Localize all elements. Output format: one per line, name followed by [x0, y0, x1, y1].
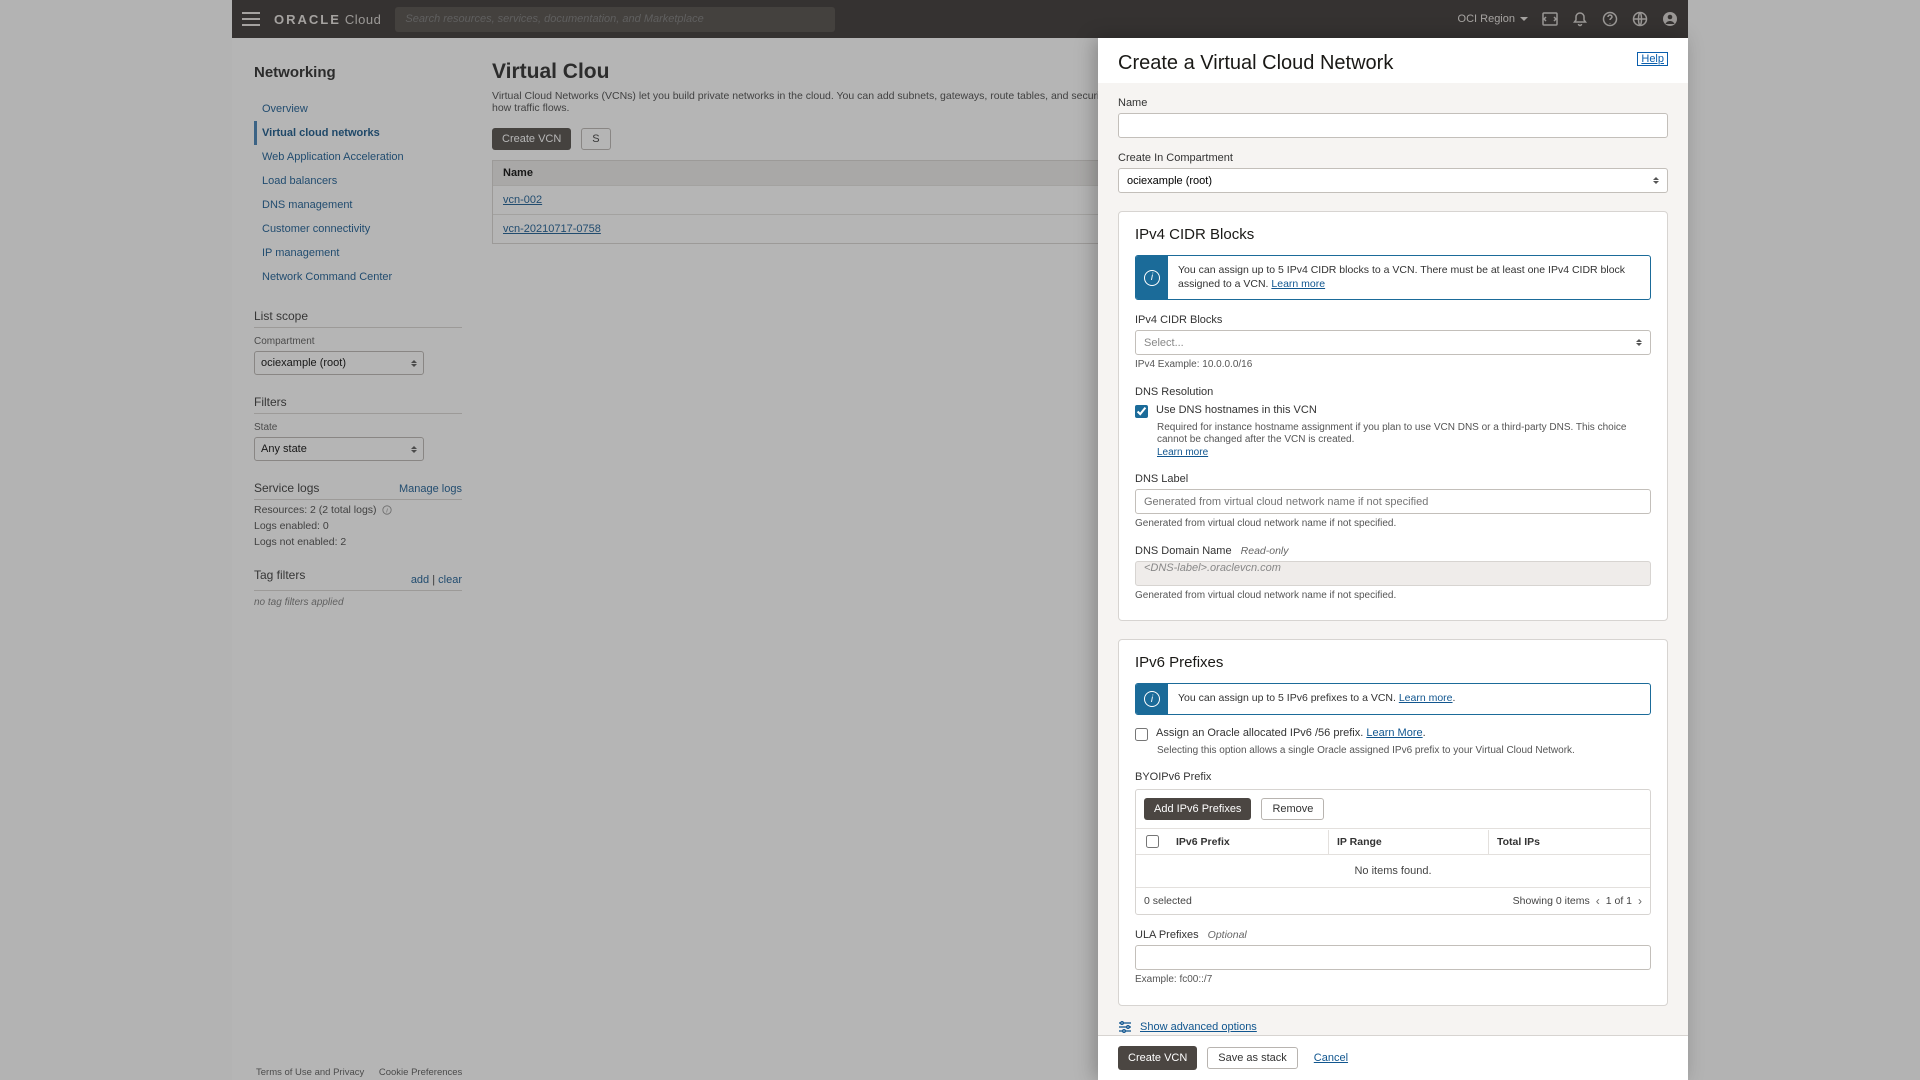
prefix-empty: No items found. — [1136, 855, 1650, 887]
dialog-title: Create a Virtual Cloud Network — [1118, 52, 1393, 75]
name-label: Name — [1118, 97, 1668, 109]
dialog-body: Name Create In Compartment ociexample (r… — [1098, 83, 1688, 1035]
byoipv6-box: Add IPv6 Prefixes Remove IPv6 Prefix IP … — [1135, 789, 1651, 915]
assign-ipv6-label: Assign an Oracle allocated IPv6 /56 pref… — [1156, 727, 1426, 739]
ipv4-card: IPv4 CIDR Blocks i You can assign up to … — [1118, 211, 1668, 621]
dns-hostnames-check-row[interactable]: Use DNS hostnames in this VCN — [1135, 404, 1651, 418]
ipv6-info-banner: i You can assign up to 5 IPv6 prefixes t… — [1135, 683, 1651, 715]
assign-ipv6-help: Selecting this option allows a single Or… — [1157, 745, 1651, 758]
page-prev-icon[interactable]: ‹ — [1596, 894, 1600, 908]
ipv4-learn-more-link[interactable]: Learn more — [1271, 278, 1325, 290]
dialog-footer: Create VCN Save as stack Cancel — [1098, 1035, 1688, 1080]
compartment-select[interactable]: ociexample (root) — [1118, 168, 1668, 193]
sliders-icon — [1118, 1020, 1132, 1034]
page-indicator: 1 of 1 — [1606, 895, 1632, 907]
prefix-table-header: IPv6 Prefix IP Range Total IPs — [1136, 828, 1650, 855]
ipv4-blocks-label: IPv4 CIDR Blocks — [1135, 314, 1651, 326]
optional-tag: Optional — [1208, 929, 1247, 941]
col-total-ips: Total IPs — [1488, 830, 1650, 854]
ipv4-blocks-select[interactable]: Select... — [1135, 330, 1651, 355]
ula-prefixes-input[interactable] — [1135, 945, 1651, 970]
col-ipv6-prefix: IPv6 Prefix — [1168, 830, 1328, 854]
dns-hostnames-checkbox[interactable] — [1135, 405, 1148, 418]
ula-prefixes-label: ULA Prefixes — [1135, 929, 1199, 941]
show-advanced-link[interactable]: Show advanced options — [1140, 1021, 1257, 1033]
ipv4-heading: IPv4 CIDR Blocks — [1135, 226, 1651, 243]
ula-label-row: ULA Prefixes Optional — [1135, 929, 1651, 941]
dns-domain-label: DNS Domain Name — [1135, 545, 1232, 557]
prefix-table-footer: 0 selected Showing 0 items ‹ 1 of 1 › — [1136, 887, 1650, 914]
select-all-checkbox[interactable] — [1146, 835, 1159, 848]
create-vcn-submit-button[interactable]: Create VCN — [1118, 1046, 1197, 1070]
ipv4-blocks-placeholder: Select... — [1144, 337, 1184, 349]
assign-ipv6-check-row[interactable]: Assign an Oracle allocated IPv6 /56 pref… — [1135, 727, 1651, 741]
pager: Showing 0 items ‹ 1 of 1 › — [1513, 894, 1642, 908]
showing-count: Showing 0 items — [1513, 895, 1590, 907]
byoipv6-label: BYOIPv6 Prefix — [1135, 771, 1651, 783]
select-handle-icon — [1636, 339, 1642, 346]
help-link[interactable]: Help — [1637, 52, 1668, 66]
dns-label-label: DNS Label — [1135, 473, 1651, 485]
dns-label-help: Generated from virtual cloud network nam… — [1135, 518, 1651, 531]
compartment-label: Create In Compartment — [1118, 152, 1668, 164]
byoipv6-toolbar: Add IPv6 Prefixes Remove — [1136, 790, 1650, 828]
dialog-header: Create a Virtual Cloud Network Help — [1098, 38, 1688, 83]
info-icon: i — [1136, 256, 1168, 299]
ipv4-info-banner: i You can assign up to 5 IPv4 CIDR block… — [1135, 255, 1651, 300]
readonly-tag: Read-only — [1241, 545, 1289, 557]
ipv4-info-text: You can assign up to 5 IPv4 CIDR blocks … — [1168, 256, 1650, 299]
dns-domain-help: Generated from virtual cloud network nam… — [1135, 590, 1651, 603]
col-ip-range: IP Range — [1328, 830, 1488, 854]
selected-count: 0 selected — [1144, 895, 1192, 907]
compartment-value: ociexample (root) — [1127, 175, 1212, 187]
name-input[interactable] — [1118, 113, 1668, 138]
dns-hostnames-help: Required for instance hostname assignmen… — [1157, 422, 1651, 460]
prefix-select-all[interactable] — [1136, 829, 1168, 854]
dns-domain-label-row: DNS Domain Name Read-only — [1135, 545, 1651, 557]
add-ipv6-prefixes-button[interactable]: Add IPv6 Prefixes — [1144, 798, 1251, 820]
dns-label-input[interactable] — [1135, 489, 1651, 514]
assign-ipv6-learn-more[interactable]: Learn More — [1366, 727, 1422, 739]
ipv6-info-text: You can assign up to 5 IPv6 prefixes to … — [1168, 684, 1465, 714]
ula-example: Example: fc00::/7 — [1135, 974, 1651, 987]
page-next-icon[interactable]: › — [1638, 894, 1642, 908]
ipv4-example: IPv4 Example: 10.0.0.0/16 — [1135, 359, 1651, 372]
create-vcn-dialog: Create a Virtual Cloud Network Help Name… — [1098, 38, 1688, 1080]
cancel-link[interactable]: Cancel — [1314, 1052, 1348, 1064]
dns-hostnames-label: Use DNS hostnames in this VCN — [1156, 404, 1317, 416]
dns-learn-more-link[interactable]: Learn more — [1157, 447, 1208, 458]
advanced-options-row[interactable]: Show advanced options — [1118, 1020, 1668, 1034]
ipv6-learn-more-link[interactable]: Learn more — [1399, 692, 1453, 704]
dns-resolution-label: DNS Resolution — [1135, 386, 1651, 398]
ipv6-card: IPv6 Prefixes i You can assign up to 5 I… — [1118, 639, 1668, 1006]
info-icon: i — [1136, 684, 1168, 714]
dns-domain-input: <DNS-label>.oraclevcn.com — [1135, 561, 1651, 586]
select-handle-icon — [1653, 177, 1659, 184]
assign-ipv6-checkbox[interactable] — [1135, 728, 1148, 741]
remove-ipv6-prefix-button[interactable]: Remove — [1261, 798, 1324, 820]
ipv6-heading: IPv6 Prefixes — [1135, 654, 1651, 671]
save-as-stack-button[interactable]: Save as stack — [1207, 1047, 1297, 1069]
